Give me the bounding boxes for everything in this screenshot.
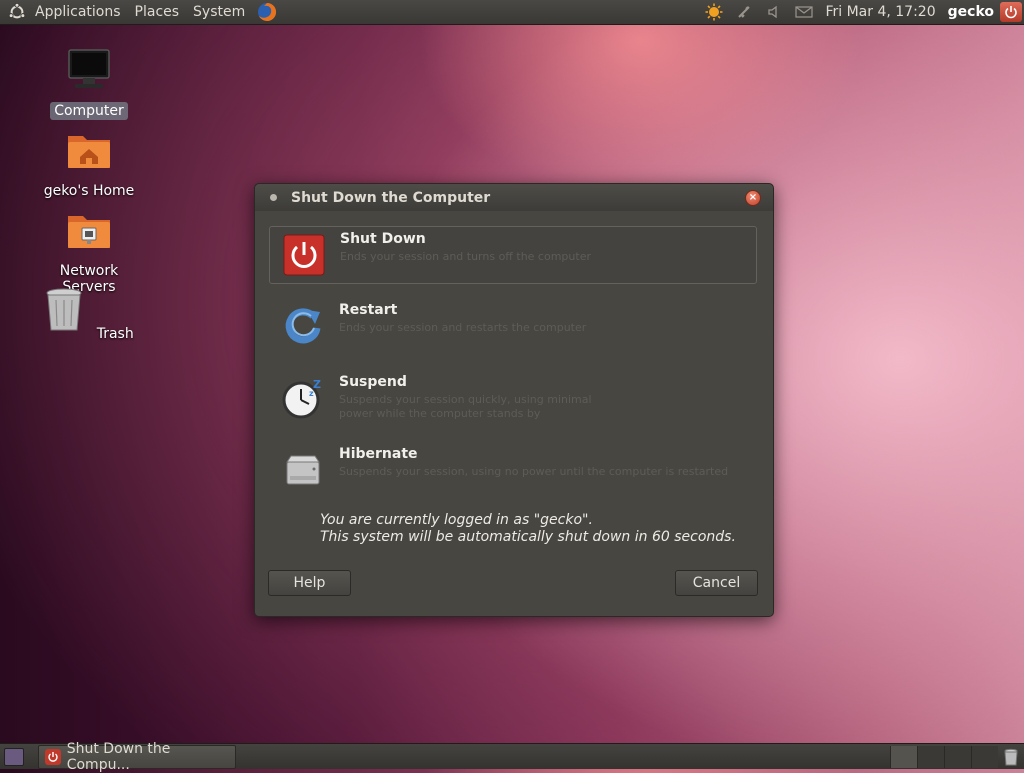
hard-drive-icon (286, 455, 320, 485)
workspace-3[interactable] (944, 745, 971, 768)
power-icon (283, 234, 325, 276)
dialog-titlebar[interactable]: Shut Down the Computer × (255, 184, 773, 211)
option-suspend[interactable]: Z z Suspend Suspends your session quickl… (269, 370, 757, 428)
option-shut-down[interactable]: Shut Down Ends your session and turns of… (269, 226, 757, 284)
option-description: Suspends your session, using no power un… (339, 465, 729, 478)
desktop-icon-home[interactable]: geko's Home (29, 126, 149, 200)
desktop-icon-trash[interactable]: Trash (29, 286, 149, 343)
desktop-icon-network[interactable]: Network Servers (29, 206, 149, 296)
svg-text:Z: Z (313, 378, 321, 391)
desktop-icon-label: Computer (50, 102, 128, 120)
menu-applications[interactable]: Applications (28, 0, 128, 24)
status-line-countdown: This system will be automatically shut d… (320, 529, 736, 545)
option-title: Suspend (339, 374, 407, 390)
computer-icon (68, 49, 110, 88)
desktop-icon-computer[interactable]: Computer (29, 46, 149, 120)
desktop-icon-label: geko's Home (43, 183, 135, 199)
username-menu[interactable]: gecko (942, 4, 1000, 20)
volume-icon[interactable] (765, 3, 783, 21)
top-panel: Applications Places System Fri Mar 4, 17… (0, 0, 1024, 25)
window-menu-icon[interactable] (270, 194, 277, 201)
session-power-button[interactable] (1000, 2, 1022, 22)
status-line-logged-in: You are currently logged in as "gecko". (320, 512, 593, 528)
option-description: Suspends your session quickly, using min… (339, 393, 592, 420)
clock-icon: Z z (282, 378, 321, 419)
power-icon (45, 748, 61, 765)
taskbar-window-button[interactable]: Shut Down the Compu... (38, 741, 236, 773)
workspace-2[interactable] (917, 745, 944, 768)
status-message: You are currently logged in as "gecko". … (320, 512, 736, 546)
dialog-title: Shut Down the Computer (291, 189, 491, 206)
power-icon (1005, 6, 1017, 19)
menu-system[interactable]: System (186, 0, 252, 24)
home-folder-icon (68, 136, 110, 168)
bottom-panel: Shut Down the Compu... (0, 741, 1024, 773)
shutdown-dialog: Shut Down the Computer × Shut Down Ends … (254, 183, 774, 617)
clock[interactable]: Fri Mar 4, 17:20 (819, 4, 941, 20)
update-notifier-icon[interactable] (705, 3, 723, 21)
ubuntu-logo-icon[interactable] (8, 3, 26, 21)
workspace-1[interactable] (890, 745, 917, 768)
restart-icon (285, 308, 321, 344)
workspace-switcher (890, 745, 998, 768)
close-icon[interactable]: × (745, 190, 761, 206)
svg-text:z: z (309, 389, 314, 398)
option-restart[interactable]: Restart Ends your session and restarts t… (269, 298, 757, 356)
option-title: Hibernate (339, 446, 418, 462)
option-description: Ends your session and restarts the compu… (339, 321, 587, 334)
trash-icon (46, 288, 82, 331)
network-icon[interactable] (735, 3, 753, 21)
help-button[interactable]: Help (268, 570, 351, 596)
trash-applet-icon[interactable] (1002, 748, 1020, 766)
workspace-4[interactable] (971, 745, 998, 768)
option-description: Ends your session and turns off the comp… (340, 250, 591, 263)
option-title: Shut Down (340, 231, 426, 247)
menu-places[interactable]: Places (128, 0, 187, 24)
desktop-icon-label: Trash (96, 326, 134, 342)
network-folder-icon (68, 216, 110, 248)
option-hibernate[interactable]: Hibernate Suspends your session, using n… (269, 442, 757, 500)
cancel-button[interactable]: Cancel (675, 570, 758, 596)
show-desktop-button[interactable] (4, 747, 24, 766)
option-title: Restart (339, 302, 398, 318)
mail-icon[interactable] (795, 3, 814, 21)
firefox-icon[interactable] (256, 1, 278, 23)
